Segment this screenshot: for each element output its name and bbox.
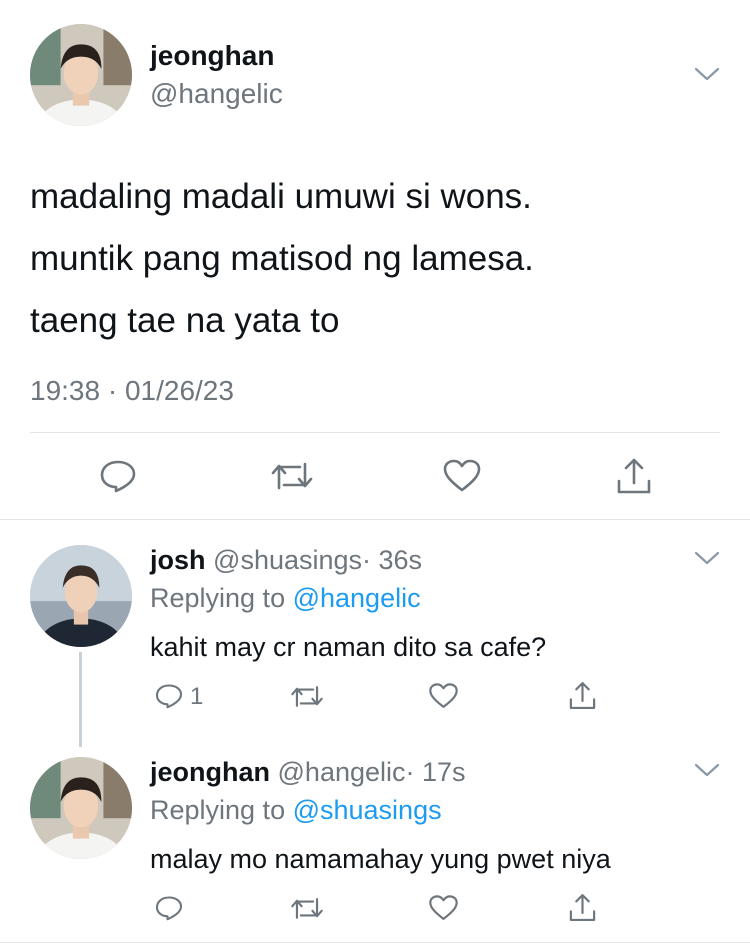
handle[interactable]: @shuasings bbox=[213, 545, 362, 575]
reply-icon[interactable] bbox=[154, 894, 184, 922]
divider bbox=[30, 432, 720, 433]
like-icon[interactable] bbox=[442, 458, 482, 494]
tweet-line: madaling madali umuwi si wons. bbox=[30, 177, 532, 216]
replying-to-link[interactable]: @hangelic bbox=[293, 583, 421, 613]
reply-icon[interactable] bbox=[154, 682, 184, 710]
relative-time: · 17s bbox=[405, 757, 466, 787]
like-icon[interactable] bbox=[428, 894, 459, 922]
reply-text: malay mo namamahay yung pwet niya bbox=[150, 844, 611, 874]
replying-to-link[interactable]: @shuasings bbox=[293, 795, 442, 825]
chevron-down-icon[interactable] bbox=[694, 66, 720, 82]
tweet-text: madaling madali umuwi si wons. muntik pa… bbox=[30, 166, 534, 352]
chevron-down-icon[interactable] bbox=[694, 550, 720, 566]
thread-line bbox=[79, 652, 82, 747]
relative-time: · 36s bbox=[362, 545, 423, 575]
retweet-icon[interactable] bbox=[290, 684, 324, 709]
like-icon[interactable] bbox=[428, 682, 459, 710]
replying-to-label: Replying to bbox=[150, 583, 293, 613]
display-name[interactable]: josh bbox=[150, 545, 206, 575]
retweet-icon[interactable] bbox=[270, 460, 314, 492]
replying-to: Replying to @shuasings bbox=[150, 794, 442, 826]
display-name[interactable]: jeonghan bbox=[150, 757, 270, 787]
share-icon[interactable] bbox=[567, 892, 598, 923]
replying-to: Replying to @hangelic bbox=[150, 582, 421, 614]
display-name[interactable]: jeonghan bbox=[150, 40, 274, 72]
retweet-icon[interactable] bbox=[290, 896, 324, 921]
timestamp[interactable]: 19:38 · 01/26/23 bbox=[30, 374, 234, 408]
avatar-jeonghan[interactable] bbox=[30, 757, 132, 859]
reply-header: jeonghan @hangelic· 17s bbox=[150, 756, 466, 788]
avatar-jeonghan[interactable] bbox=[30, 24, 132, 126]
replying-to-label: Replying to bbox=[150, 795, 293, 825]
divider bbox=[0, 519, 750, 520]
handle[interactable]: @hangelic bbox=[278, 757, 406, 787]
share-icon[interactable] bbox=[567, 680, 598, 711]
tweet-line: taeng tae na yata to bbox=[30, 301, 340, 340]
reply-icon[interactable] bbox=[98, 458, 138, 494]
divider bbox=[0, 942, 750, 943]
avatar-josh[interactable] bbox=[30, 545, 132, 647]
tweet-line: muntik pang matisod ng lamesa. bbox=[30, 239, 534, 278]
reply-text: kahit may cr naman dito sa cafe? bbox=[150, 632, 547, 662]
reply-count: 1 bbox=[190, 683, 204, 710]
handle[interactable]: @hangelic bbox=[150, 78, 283, 110]
reply-header: josh @shuasings· 36s bbox=[150, 544, 422, 576]
chevron-down-icon[interactable] bbox=[694, 762, 720, 778]
share-icon[interactable] bbox=[614, 456, 654, 496]
